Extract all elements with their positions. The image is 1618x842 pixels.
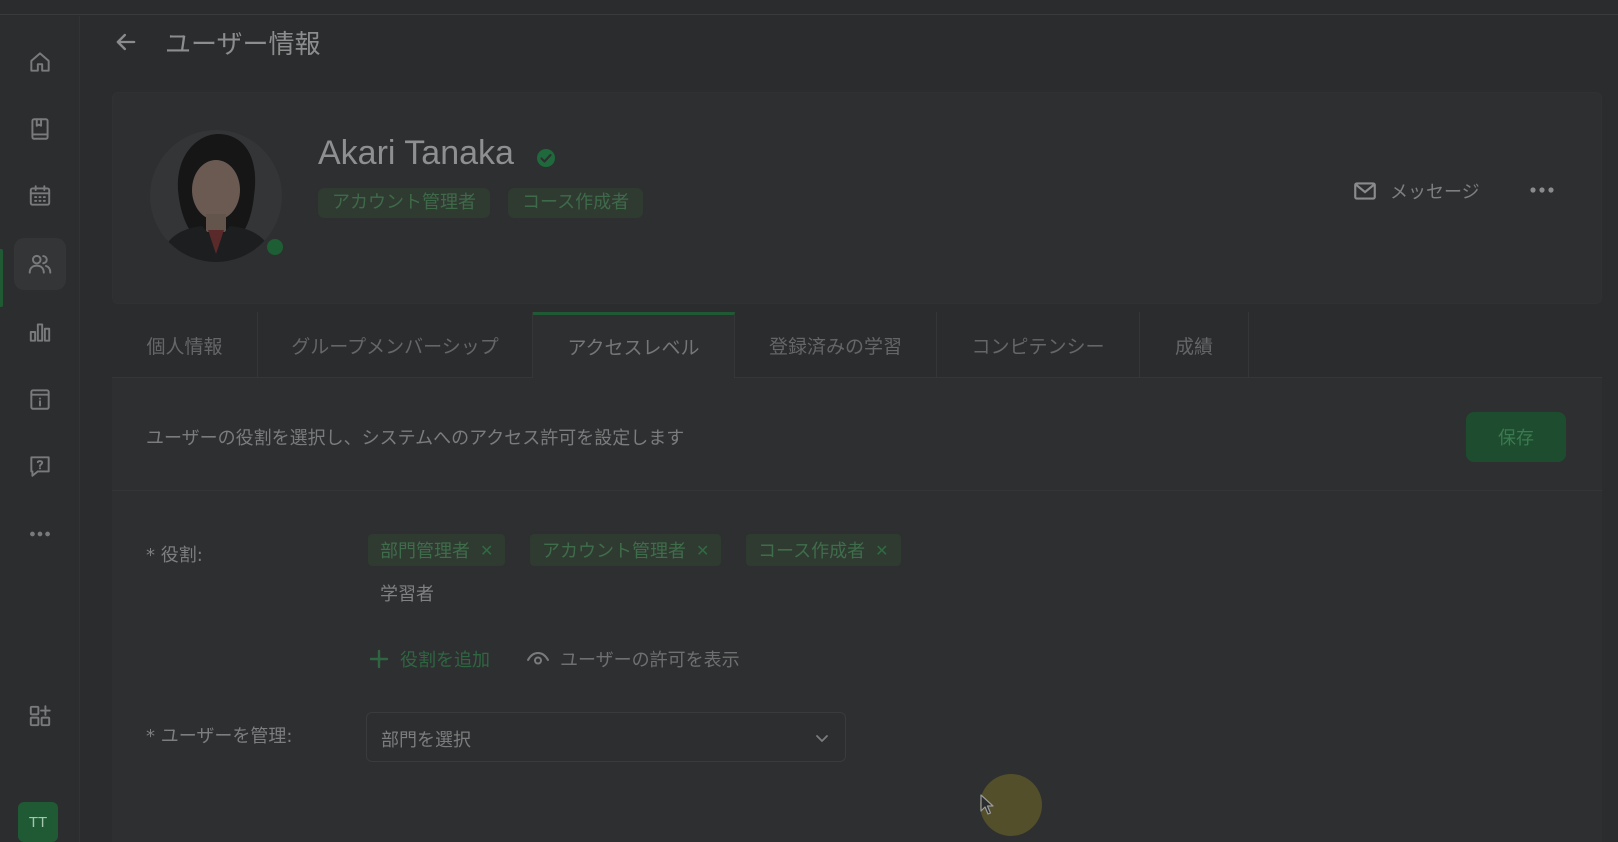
profile-photo-image <box>150 130 282 262</box>
plus-icon <box>369 649 389 669</box>
top-bar <box>0 0 1618 15</box>
roles-label: * 役割: <box>146 545 203 566</box>
users-icon <box>28 254 52 274</box>
department-select[interactable]: 部門を選択 <box>366 712 846 762</box>
sidebar-item-courses[interactable] <box>14 103 66 155</box>
view-permissions-button[interactable]: ユーザーの許可を表示 <box>526 646 740 672</box>
online-status-dot <box>264 236 286 258</box>
sidebar-item-calendar[interactable] <box>14 170 66 222</box>
role-option-learner[interactable]: 学習者 <box>380 580 434 606</box>
user-avatar[interactable]: TT <box>18 802 58 842</box>
department-select-value: 部門を選択 <box>381 730 471 751</box>
divider <box>112 490 1602 491</box>
more-horizontal-icon <box>30 531 50 537</box>
add-role-label: 役割を追加 <box>400 650 490 671</box>
home-icon <box>30 52 50 72</box>
help-chat-icon <box>30 456 50 477</box>
chevron-down-icon <box>816 735 828 742</box>
role-tag-label: 部門管理者 <box>380 541 470 562</box>
role-tag-label: アカウント管理者 <box>542 541 686 562</box>
role-tag: 部門管理者 ✕ <box>368 534 506 566</box>
manage-users-label: * ユーザーを管理: <box>146 726 293 747</box>
message-button[interactable]: メッセージ <box>1352 176 1480 206</box>
access-description: ユーザーの役割を選択し、システムへのアクセス許可を設定します <box>146 428 685 449</box>
eye-icon <box>527 651 549 665</box>
role-chip: アカウント管理者 <box>318 188 490 218</box>
sidebar-item-users[interactable] <box>14 238 66 290</box>
view-permissions-label: ユーザーの許可を表示 <box>560 650 740 671</box>
mouse-cursor-icon <box>980 794 994 815</box>
sidebar-item-help[interactable] <box>14 440 66 492</box>
tab-competencies[interactable]: コンピテンシー <box>937 312 1140 378</box>
more-options-icon[interactable] <box>1528 180 1556 200</box>
sidebar-item-catalog[interactable] <box>14 373 66 425</box>
tab-grades[interactable]: 成績 <box>1140 312 1249 378</box>
sidebar: TT <box>0 16 80 842</box>
arrow-left-icon <box>116 33 136 51</box>
message-label: メッセージ <box>1390 182 1480 203</box>
role-chip: コース作成者 <box>508 188 644 218</box>
tab-group-membership[interactable]: グループメンバーシップ <box>258 312 533 378</box>
save-button[interactable]: 保存 <box>1466 412 1566 462</box>
sidebar-item-home[interactable] <box>14 36 66 88</box>
add-role-button[interactable]: 役割を追加 <box>368 646 490 672</box>
profile-photo <box>150 130 282 262</box>
role-tag-label: コース作成者 <box>758 541 866 562</box>
user-name: Akari Tanaka <box>318 134 514 172</box>
apps-add-icon <box>29 705 51 727</box>
mail-icon <box>1354 182 1376 200</box>
catalog-icon <box>30 389 50 410</box>
user-initials: TT <box>28 813 48 831</box>
active-indicator <box>0 249 3 307</box>
bar-chart-icon <box>29 323 51 342</box>
sidebar-item-reports[interactable] <box>14 306 66 358</box>
calendar-icon <box>29 185 51 206</box>
book-icon <box>31 118 49 140</box>
tab-enrolled-learning[interactable]: 登録済みの学習 <box>735 312 937 378</box>
sidebar-item-more[interactable] <box>14 508 66 560</box>
profile-tabs: 個人情報 グループメンバーシップ アクセスレベル 登録済みの学習 コンピテンシー… <box>112 312 1602 378</box>
role-tag: アカウント管理者 ✕ <box>530 534 722 566</box>
remove-role-icon[interactable]: ✕ <box>875 541 888 560</box>
verified-badge-icon <box>537 149 555 167</box>
remove-role-icon[interactable]: ✕ <box>480 541 493 560</box>
sidebar-item-apps[interactable] <box>14 690 66 742</box>
back-button[interactable] <box>112 28 140 56</box>
tab-personal-info[interactable]: 個人情報 <box>112 312 258 378</box>
tab-access-level[interactable]: アクセスレベル <box>533 312 735 378</box>
role-tag: コース作成者 ✕ <box>746 534 901 566</box>
page-title: ユーザー情報 <box>165 30 321 60</box>
remove-role-icon[interactable]: ✕ <box>696 541 709 560</box>
